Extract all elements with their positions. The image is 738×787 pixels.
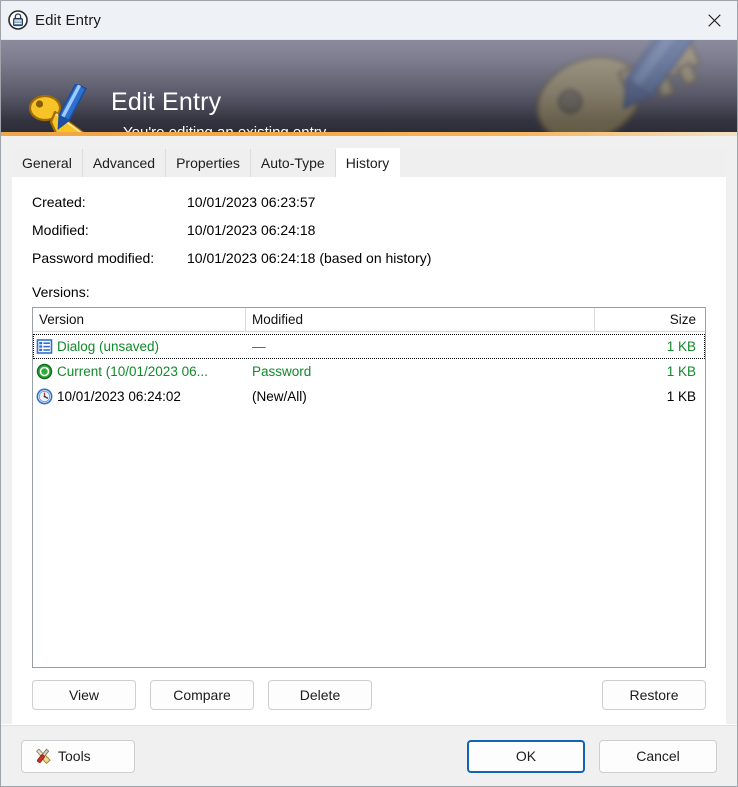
column-header-modified-label: Modified [252, 312, 304, 327]
cancel-button[interactable]: Cancel [599, 739, 717, 773]
info-row-modified: Modified: 10/01/2023 06:24:18 [32, 222, 706, 238]
tab-properties[interactable]: Properties [166, 149, 251, 177]
cell-version-text: Current (10/01/2023 06... [57, 364, 208, 379]
cell-modified-text: (New/All) [252, 389, 307, 404]
tools-button-label: Tools [58, 748, 91, 764]
tab-strip-filler [400, 149, 726, 177]
table-row[interactable]: Dialog (unsaved) — 1 KB [33, 334, 705, 359]
restore-button[interactable]: Restore [602, 680, 706, 710]
column-header-version-label: Version [39, 312, 85, 327]
column-header-version[interactable]: Version [33, 308, 246, 331]
tab-strip: General Advanced Properties Auto-Type Hi… [12, 148, 726, 177]
column-header-size-label: Size [669, 312, 696, 327]
password-modified-value: 10/01/2023 06:24:18 (based on history) [187, 250, 432, 266]
tab-advanced-label: Advanced [92, 155, 156, 171]
cell-modified-text: Password [252, 364, 312, 379]
edit-entry-dialog: Edit Entry Edit Entry You're editing an … [0, 0, 738, 787]
created-label: Created: [32, 194, 86, 210]
ok-button[interactable]: OK [467, 739, 585, 773]
green-circle-icon [36, 363, 53, 380]
window-title: Edit Entry [35, 11, 102, 29]
cell-size: 1 KB [595, 339, 705, 354]
cell-size: 1 KB [595, 389, 705, 404]
tab-history[interactable]: History [335, 148, 401, 177]
cell-version-text: Dialog (unsaved) [57, 339, 160, 354]
versions-label: Versions: [32, 284, 90, 300]
close-button[interactable] [691, 1, 737, 39]
keepass-lock-icon [8, 10, 28, 30]
modified-value: 10/01/2023 06:24:18 [187, 222, 316, 238]
view-button[interactable]: View [32, 680, 136, 710]
cell-size-text: 1 KB [666, 364, 696, 379]
password-modified-label: Password modified: [32, 250, 155, 266]
tab-auto-type-label: Auto-Type [260, 155, 325, 171]
banner-background-art-icon [495, 40, 737, 136]
versions-list-header: Version Modified Size [33, 308, 705, 332]
modified-label: Modified: [32, 222, 89, 238]
cell-version: 10/01/2023 06:24:02 [33, 388, 246, 405]
compare-button[interactable]: Compare [150, 680, 254, 710]
history-actions-bar: View Compare Delete Restore [32, 668, 706, 724]
table-row[interactable]: Current (10/01/2023 06... Password 1 KB [33, 359, 705, 384]
clock-icon [36, 388, 53, 405]
cell-version: Current (10/01/2023 06... [33, 363, 246, 380]
tab-general[interactable]: General [12, 149, 83, 177]
dialog-banner: Edit Entry You're editing an existing en… [1, 40, 737, 136]
versions-list-body: Dialog (unsaved) — 1 KB Current (10/01/2… [33, 332, 705, 667]
cell-size-text: 1 KB [666, 389, 696, 404]
tab-auto-type[interactable]: Auto-Type [250, 149, 336, 177]
cell-modified: Password [246, 364, 595, 379]
table-row[interactable]: 10/01/2023 06:24:02 (New/All) 1 KB [33, 384, 705, 409]
cell-modified: (New/All) [246, 389, 595, 404]
versions-list-view[interactable]: Version Modified Size Dialog (unsaved) —… [32, 307, 706, 668]
dialog-body: General Advanced Properties Auto-Type Hi… [1, 136, 737, 724]
cell-modified-text: — [252, 339, 266, 354]
info-row-password-modified: Password modified: 10/01/2023 06:24:18 (… [32, 250, 706, 266]
cell-version-text: 10/01/2023 06:24:02 [57, 389, 181, 404]
history-tab-panel: Created: 10/01/2023 06:23:57 Modified: 1… [12, 176, 726, 724]
list-form-icon [36, 338, 53, 355]
cell-version: Dialog (unsaved) [33, 338, 246, 355]
key-pencil-icon [23, 82, 99, 136]
banner-heading: Edit Entry [111, 88, 222, 116]
column-header-size[interactable]: Size [595, 308, 705, 331]
column-header-modified[interactable]: Modified [246, 308, 595, 331]
entry-info-list: Created: 10/01/2023 06:23:57 Modified: 1… [32, 194, 706, 278]
banner-accent-line [1, 132, 737, 136]
tools-icon [34, 747, 52, 765]
tools-button[interactable]: Tools [21, 739, 135, 773]
title-bar: Edit Entry [1, 1, 737, 40]
info-row-created: Created: 10/01/2023 06:23:57 [32, 194, 706, 210]
cell-modified: — [246, 339, 595, 354]
dialog-footer: Tools OK Cancel [1, 726, 737, 786]
cell-size-text: 1 KB [666, 339, 696, 354]
tab-properties-label: Properties [176, 155, 240, 171]
tab-advanced[interactable]: Advanced [82, 149, 167, 177]
delete-button[interactable]: Delete [268, 680, 372, 710]
created-value: 10/01/2023 06:23:57 [187, 194, 316, 210]
tab-history-label: History [345, 154, 390, 171]
tab-general-label: General [22, 155, 72, 171]
cell-size: 1 KB [595, 364, 705, 379]
